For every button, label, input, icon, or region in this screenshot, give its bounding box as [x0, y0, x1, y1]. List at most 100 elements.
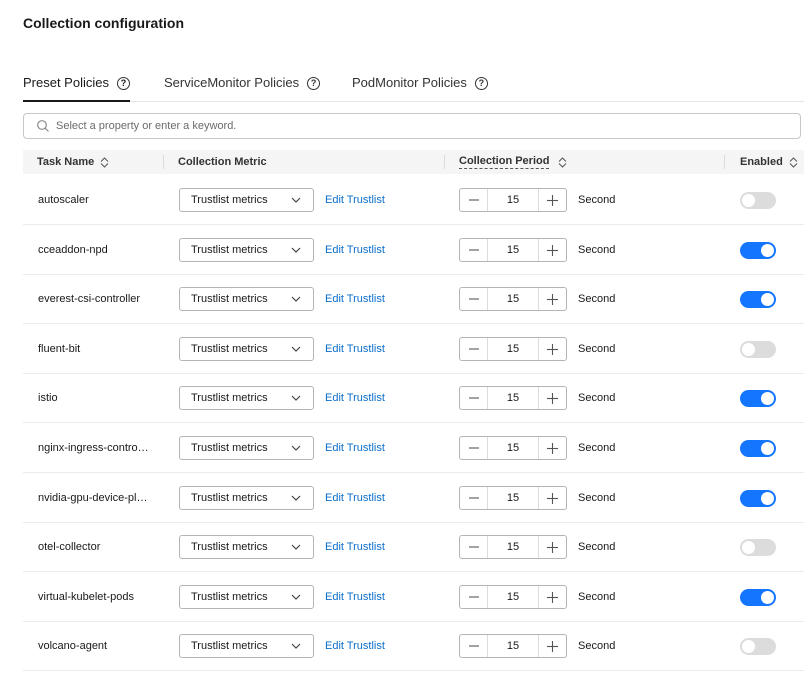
period-input[interactable]: 15: [488, 536, 538, 558]
period-input[interactable]: 15: [488, 487, 538, 509]
help-circle-icon[interactable]: ?: [474, 77, 488, 90]
sort-icon[interactable]: [100, 156, 109, 168]
plus-icon: [547, 392, 558, 404]
period-unit: Second: [578, 640, 616, 652]
metric-select[interactable]: Trustlist metrics: [179, 436, 314, 460]
metric-select[interactable]: Trustlist metrics: [179, 386, 314, 410]
chevron-down-icon: [291, 544, 301, 550]
edit-trustlist-link[interactable]: Edit Trustlist: [325, 492, 385, 504]
increment-button[interactable]: [538, 387, 566, 409]
chevron-down-icon: [291, 643, 301, 649]
edit-trustlist-link[interactable]: Edit Trustlist: [325, 442, 385, 454]
metric-select[interactable]: Trustlist metrics: [179, 535, 314, 559]
metric-select[interactable]: Trustlist metrics: [179, 238, 314, 262]
period-input[interactable]: 15: [488, 635, 538, 657]
period-input[interactable]: 15: [488, 338, 538, 360]
enabled-toggle[interactable]: [740, 440, 776, 457]
increment-button[interactable]: [538, 635, 566, 657]
period-stepper[interactable]: 15: [459, 585, 567, 609]
edit-trustlist-link[interactable]: Edit Trustlist: [325, 591, 385, 603]
enabled-toggle[interactable]: [740, 341, 776, 358]
enabled-toggle[interactable]: [740, 242, 776, 259]
edit-trustlist-link[interactable]: Edit Trustlist: [325, 244, 385, 256]
enabled-toggle[interactable]: [740, 192, 776, 209]
decrement-button[interactable]: [460, 239, 488, 261]
decrement-button[interactable]: [460, 437, 488, 459]
plus-icon: [547, 591, 558, 603]
increment-button[interactable]: [538, 338, 566, 360]
period-stepper[interactable]: 15: [459, 486, 567, 510]
tab-label: PodMonitor Policies: [352, 75, 467, 90]
search-input[interactable]: [56, 120, 756, 132]
increment-button[interactable]: [538, 586, 566, 608]
decrement-button[interactable]: [460, 288, 488, 310]
decrement-button[interactable]: [460, 586, 488, 608]
period-input[interactable]: 15: [488, 586, 538, 608]
help-circle-icon[interactable]: ?: [116, 77, 130, 90]
enabled-toggle[interactable]: [740, 291, 776, 308]
enabled-toggle[interactable]: [740, 589, 776, 606]
chevron-down-icon: [291, 594, 301, 600]
edit-trustlist-link[interactable]: Edit Trustlist: [325, 541, 385, 553]
enabled-toggle[interactable]: [740, 490, 776, 507]
period-input[interactable]: 15: [488, 239, 538, 261]
period-stepper[interactable]: 15: [459, 287, 567, 311]
period-input[interactable]: 15: [488, 288, 538, 310]
sort-icon[interactable]: [558, 156, 567, 168]
plus-icon: [547, 194, 558, 206]
decrement-button[interactable]: [460, 536, 488, 558]
period-stepper[interactable]: 15: [459, 188, 567, 212]
header-task-name[interactable]: Task Name: [37, 150, 109, 174]
header-collection-period[interactable]: Collection Period: [459, 150, 567, 174]
period-input[interactable]: 15: [488, 437, 538, 459]
metric-select[interactable]: Trustlist metrics: [179, 486, 314, 510]
edit-trustlist-link[interactable]: Edit Trustlist: [325, 194, 385, 206]
period-stepper[interactable]: 15: [459, 337, 567, 361]
edit-trustlist-link[interactable]: Edit Trustlist: [325, 343, 385, 355]
toggle-knob: [761, 293, 774, 306]
increment-button[interactable]: [538, 437, 566, 459]
edit-trustlist-link[interactable]: Edit Trustlist: [325, 293, 385, 305]
period-stepper[interactable]: 15: [459, 535, 567, 559]
enabled-toggle[interactable]: [740, 638, 776, 655]
metric-select[interactable]: Trustlist metrics: [179, 188, 314, 212]
metric-select[interactable]: Trustlist metrics: [179, 585, 314, 609]
period-stepper[interactable]: 15: [459, 238, 567, 262]
chevron-down-icon: [291, 495, 301, 501]
decrement-button[interactable]: [460, 189, 488, 211]
column-divider: [444, 155, 445, 169]
metric-select[interactable]: Trustlist metrics: [179, 337, 314, 361]
table-row: nvidia-gpu-device-pl… Trustlist metrics …: [23, 473, 804, 523]
decrement-button[interactable]: [460, 635, 488, 657]
decrement-button[interactable]: [460, 338, 488, 360]
decrement-button[interactable]: [460, 487, 488, 509]
edit-trustlist-link[interactable]: Edit Trustlist: [325, 392, 385, 404]
period-input[interactable]: 15: [488, 189, 538, 211]
increment-button[interactable]: [538, 288, 566, 310]
sort-icon[interactable]: [789, 156, 798, 168]
tab-preset-policies[interactable]: Preset Policies ?: [23, 75, 130, 102]
task-name: nginx-ingress-contro…: [38, 442, 149, 454]
increment-button[interactable]: [538, 487, 566, 509]
increment-button[interactable]: [538, 189, 566, 211]
task-name: volcano-agent: [38, 640, 108, 652]
enabled-toggle[interactable]: [740, 390, 776, 407]
metric-select[interactable]: Trustlist metrics: [179, 634, 314, 658]
enabled-toggle[interactable]: [740, 539, 776, 556]
tab-servicemonitor-policies[interactable]: ServiceMonitor Policies ?: [164, 75, 321, 101]
increment-button[interactable]: [538, 239, 566, 261]
period-stepper[interactable]: 15: [459, 386, 567, 410]
header-enabled[interactable]: Enabled: [740, 150, 798, 174]
metric-select[interactable]: Trustlist metrics: [179, 287, 314, 311]
edit-trustlist-link[interactable]: Edit Trustlist: [325, 640, 385, 652]
tab-podmonitor-policies[interactable]: PodMonitor Policies ?: [352, 75, 488, 101]
toggle-knob: [742, 640, 755, 653]
period-input[interactable]: 15: [488, 387, 538, 409]
help-circle-icon[interactable]: ?: [307, 77, 321, 90]
period-stepper[interactable]: 15: [459, 634, 567, 658]
period-stepper[interactable]: 15: [459, 436, 567, 460]
decrement-button[interactable]: [460, 387, 488, 409]
search-box[interactable]: [23, 113, 801, 139]
plus-icon: [547, 343, 558, 355]
increment-button[interactable]: [538, 536, 566, 558]
